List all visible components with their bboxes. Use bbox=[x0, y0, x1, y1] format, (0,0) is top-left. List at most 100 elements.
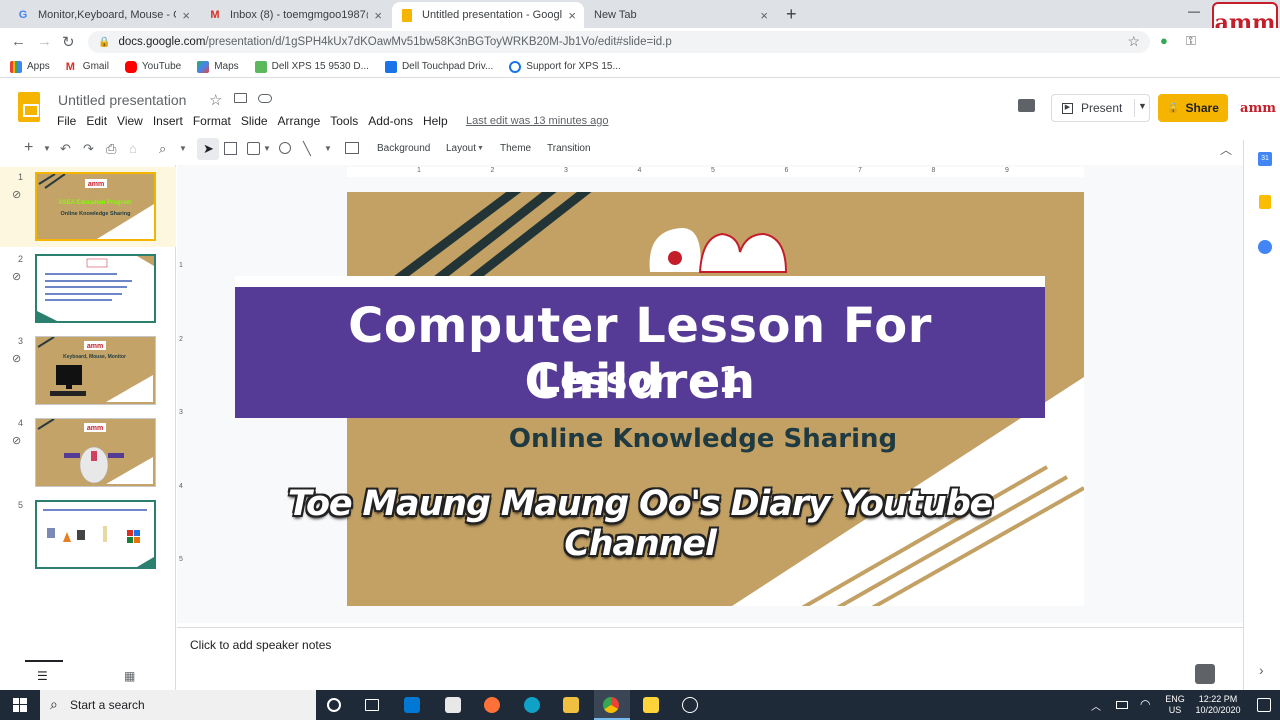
firefox-icon[interactable] bbox=[484, 697, 500, 713]
grid-view-icon[interactable]: ▦ bbox=[124, 669, 135, 683]
reload-icon[interactable]: ↻ bbox=[62, 33, 75, 51]
undo-icon[interactable]: ↶ bbox=[60, 141, 71, 157]
browser-tab-1[interactable]: G Monitor,Keyboard, Mouse - Goo × bbox=[8, 2, 198, 28]
forward-icon[interactable]: → bbox=[37, 33, 52, 50]
paint-format-icon[interactable]: ⌂ bbox=[129, 141, 137, 156]
browser-tab-4[interactable]: New Tab × bbox=[586, 2, 776, 28]
slide-thumbnail-4[interactable]: amm bbox=[35, 418, 156, 487]
cortana-icon[interactable] bbox=[327, 698, 341, 712]
chevron-down-icon[interactable]: ▼ bbox=[179, 144, 187, 153]
image-icon[interactable] bbox=[247, 142, 260, 155]
menu-insert[interactable]: Insert bbox=[153, 114, 183, 128]
tasks-icon[interactable] bbox=[1258, 240, 1272, 254]
move-folder-icon[interactable] bbox=[234, 93, 247, 103]
slide-subtitle[interactable]: Online Knowledge Sharing bbox=[347, 424, 1059, 454]
slide-thumbnail-1[interactable]: amm ASEA Education Program Online Knowle… bbox=[35, 172, 156, 241]
battery-icon[interactable] bbox=[1116, 701, 1128, 709]
chrome-icon[interactable] bbox=[603, 697, 619, 713]
menu-arrange[interactable]: Arrange bbox=[278, 114, 321, 128]
comments-icon[interactable] bbox=[1018, 99, 1035, 112]
bookmark-maps[interactable]: Maps bbox=[197, 60, 239, 73]
chevron-down-icon[interactable]: ▼ bbox=[43, 144, 51, 153]
slide-thumbnail-5[interactable] bbox=[35, 500, 156, 569]
minimize-icon[interactable]: — bbox=[1188, 4, 1200, 18]
bookmark-dell-xps[interactable]: Dell XPS 15 9530 D... bbox=[254, 60, 369, 73]
close-tab-icon[interactable]: × bbox=[760, 8, 768, 23]
menu-addons[interactable]: Add-ons bbox=[368, 114, 413, 128]
shape-icon[interactable] bbox=[279, 142, 291, 154]
taskbar-search[interactable]: ⌕ Start a search bbox=[40, 690, 316, 720]
new-tab-icon[interactable]: + bbox=[786, 4, 797, 25]
avatar[interactable]: amm bbox=[1240, 96, 1276, 120]
background-button[interactable]: Background bbox=[377, 143, 430, 154]
menu-edit[interactable]: Edit bbox=[86, 114, 107, 128]
store-icon[interactable] bbox=[445, 697, 461, 713]
slides-logo-icon[interactable] bbox=[18, 92, 40, 122]
cursor-icon[interactable]: ➤ bbox=[203, 141, 214, 157]
transition-button[interactable]: Transition bbox=[547, 143, 591, 154]
redo-icon[interactable]: ↷ bbox=[83, 141, 94, 157]
menu-file[interactable]: File bbox=[57, 114, 76, 128]
share-button[interactable]: 🔒 Share bbox=[1158, 94, 1228, 122]
collapse-toolbar-icon[interactable]: ︿ bbox=[1220, 141, 1232, 158]
filmstrip-view-icon[interactable]: ☰ bbox=[37, 669, 48, 683]
back-icon[interactable]: ← bbox=[11, 33, 26, 50]
menu-view[interactable]: View bbox=[117, 114, 143, 128]
language-indicator[interactable]: ENG US bbox=[1160, 694, 1190, 716]
extension-icon[interactable]: ● bbox=[1160, 33, 1168, 48]
menu-slide[interactable]: Slide bbox=[241, 114, 268, 128]
zoom-icon[interactable]: ⌕ bbox=[159, 141, 166, 157]
obs-icon[interactable] bbox=[682, 697, 698, 713]
layout-button[interactable]: Layout bbox=[446, 143, 476, 154]
new-slide-icon[interactable]: + bbox=[24, 139, 33, 157]
star-icon[interactable]: ☆ bbox=[1127, 33, 1140, 50]
menu-tools[interactable]: Tools bbox=[330, 114, 358, 128]
wifi-icon[interactable]: ◠ bbox=[1140, 697, 1150, 711]
bookmark-youtube[interactable]: YouTube bbox=[124, 60, 181, 73]
notification-icon[interactable] bbox=[1257, 698, 1271, 712]
theme-button[interactable]: Theme bbox=[500, 143, 531, 154]
task-view-icon[interactable] bbox=[365, 699, 379, 711]
present-button[interactable]: ▶ Present ▼ bbox=[1051, 94, 1150, 122]
close-tab-icon[interactable]: × bbox=[374, 8, 382, 23]
bookmark-apps[interactable]: Apps bbox=[10, 60, 50, 73]
edge-icon[interactable] bbox=[524, 697, 540, 713]
close-tab-icon[interactable]: × bbox=[182, 8, 190, 23]
explore-icon[interactable] bbox=[1195, 664, 1215, 684]
speaker-notes[interactable]: Click to add speaker notes › bbox=[177, 627, 1264, 690]
line-icon[interactable]: ╲ bbox=[303, 141, 311, 157]
bookmark-label: Gmail bbox=[82, 61, 109, 72]
textbox-icon[interactable] bbox=[224, 142, 237, 155]
star-icon[interactable]: ☆ bbox=[209, 91, 222, 109]
browser-tab-3[interactable]: Untitled presentation - Google S × bbox=[392, 2, 584, 28]
close-tab-icon[interactable]: × bbox=[568, 8, 576, 23]
document-title[interactable]: Untitled presentation bbox=[58, 92, 186, 108]
clock[interactable]: 12:22 PM 10/20/2020 bbox=[1192, 694, 1244, 716]
slide-thumbnail-2[interactable] bbox=[35, 254, 156, 323]
slide-thumbnail-3[interactable]: amm Keyboard, Mouse, Monitor bbox=[35, 336, 156, 405]
key-icon[interactable]: ⚿ bbox=[1186, 33, 1196, 49]
add-comment-icon[interactable] bbox=[345, 142, 359, 154]
bookmark-gmail[interactable]: M Gmail bbox=[66, 61, 109, 73]
keep-icon[interactable] bbox=[1259, 195, 1271, 209]
file-explorer-icon[interactable] bbox=[563, 697, 579, 713]
app-icon[interactable] bbox=[643, 697, 659, 713]
menu-format[interactable]: Format bbox=[193, 114, 231, 128]
print-icon[interactable]: ⎙ bbox=[106, 141, 116, 157]
chevron-down-icon[interactable]: ▼ bbox=[324, 144, 332, 153]
chevron-down-icon[interactable]: ▼ bbox=[1138, 101, 1147, 111]
tray-chevron-icon[interactable]: ︿ bbox=[1091, 698, 1101, 713]
chevron-down-icon[interactable]: ▼ bbox=[477, 145, 484, 152]
chevron-down-icon[interactable]: ▼ bbox=[263, 144, 271, 153]
slide-lesson-number[interactable]: Lesson - 1 bbox=[235, 360, 1045, 401]
chevron-right-icon[interactable]: › bbox=[1259, 662, 1264, 678]
bookmark-dell-touchpad[interactable]: Dell Touchpad Driv... bbox=[384, 60, 493, 73]
url-bar[interactable]: 🔒 docs.google.com/presentation/d/1gSPH4k… bbox=[88, 31, 1150, 53]
windows-start-icon[interactable] bbox=[0, 690, 40, 720]
bookmark-support[interactable]: Support for XPS 15... bbox=[509, 60, 621, 73]
browser-tab-2[interactable]: M Inbox (8) - toemgmgoo1987@gr × bbox=[200, 2, 390, 28]
last-edit-link[interactable]: Last edit was 13 minutes ago bbox=[466, 115, 608, 127]
calendar-icon[interactable]: 31 bbox=[1258, 152, 1272, 166]
menu-help[interactable]: Help bbox=[423, 114, 448, 128]
mail-app-icon[interactable] bbox=[404, 697, 420, 713]
